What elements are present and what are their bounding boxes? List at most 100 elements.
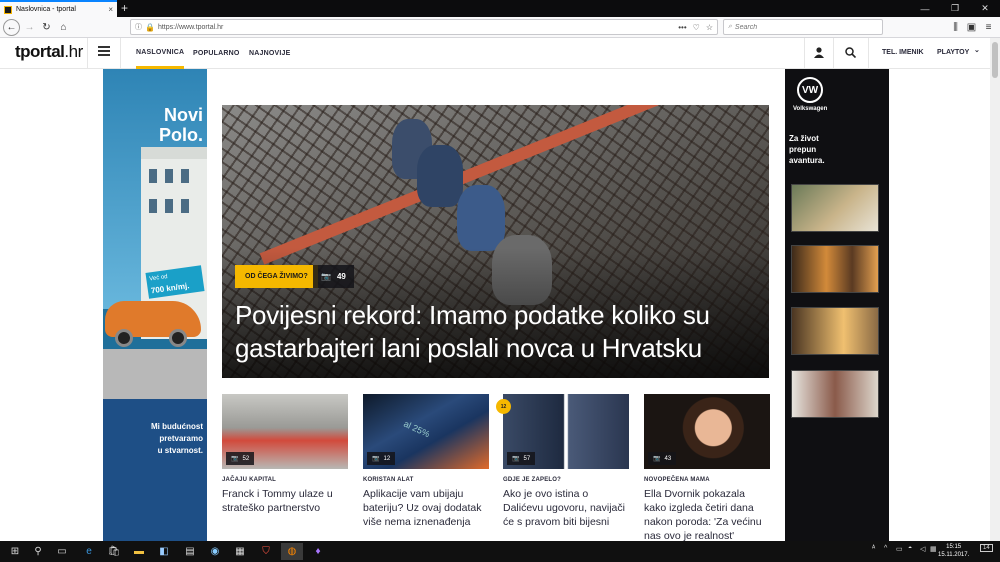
left-banner-ad[interactable]: Novi Polo. Već od 700 kn/mj. Mi budućnost p…	[103, 69, 207, 541]
camera-icon: 📷	[372, 456, 380, 462]
camera-icon: 📷	[231, 456, 239, 462]
network-icon[interactable]: ◓	[908, 545, 912, 552]
windows-taskbar: ⊞ ⚲ ▭ e 🛍 ▬ ◧ ▤ ◉ ▦ ⛉ ◍ ♦ ᴬ ^ ▭ ◓ ◁ ▦ 15…	[0, 541, 1000, 562]
browser-toolbar: ← → ↻ ⌂ ⓘ 🔒 https://www.tportal.hr ••• ♡…	[0, 17, 1000, 38]
ad-brand: Volkswagen	[793, 106, 828, 112]
info-icon[interactable]: ⓘ	[135, 22, 142, 32]
app-icon[interactable]: ♦	[307, 543, 329, 560]
volkswagen-logo-icon: VW	[797, 77, 823, 103]
tportal-favicon-icon	[4, 5, 12, 14]
file-explorer-icon[interactable]: ▬	[128, 543, 150, 560]
article-kicker[interactable]: JAČAJU KAPITAL	[222, 477, 348, 483]
firefox-icon[interactable]: ◍	[281, 543, 303, 560]
feature-kicker[interactable]: OD ČEGA ŽIVIMO?	[235, 265, 318, 288]
reload-icon[interactable]: ↻	[38, 19, 55, 36]
site-header: tportal.hr NASLOVNICA POPULARNO NAJNOVIJ…	[0, 38, 990, 69]
tab-close-icon[interactable]: ×	[108, 5, 113, 14]
cortana-search-icon[interactable]: ⚲	[27, 543, 49, 560]
article-title[interactable]: Aplikacije vam ubijaju bateriju? Uz ovaj…	[363, 487, 489, 529]
ad-photo	[791, 245, 879, 293]
search-input[interactable]	[734, 23, 865, 31]
menu-icon[interactable]: ≡	[980, 19, 997, 36]
ad-title: Novi Polo.	[159, 105, 203, 145]
article-kicker[interactable]: GDJE JE ZAPELO?	[503, 477, 629, 483]
notifications-icon[interactable]: 14	[980, 544, 993, 552]
nav-naslovnica[interactable]: NASLOVNICA	[136, 38, 185, 69]
nav-najnovije[interactable]: NAJNOVIJE	[249, 38, 290, 69]
windows-start-icon[interactable]: ⊞	[4, 543, 26, 560]
clock[interactable]: 15:15 15.11.2017.	[938, 543, 969, 559]
playtoy-link[interactable]: PLAYTOY	[937, 49, 969, 56]
photo-count-badge: 📷 49	[313, 265, 354, 288]
scrollbar-thumb[interactable]	[992, 42, 998, 78]
camera-icon: 📷	[321, 272, 331, 281]
bookmark-star-icon[interactable]: ☆	[706, 23, 713, 32]
user-icon[interactable]	[814, 47, 824, 61]
url-text[interactable]: https://www.tportal.hr	[158, 24, 223, 31]
phonebook-link[interactable]: TEL. IMENIK	[882, 49, 924, 56]
article-kicker[interactable]: KORISTAN ALAT	[363, 477, 489, 483]
search-icon: ⌕	[728, 23, 732, 30]
url-bar[interactable]: ⓘ 🔒 https://www.tportal.hr ••• ♡ ☆	[130, 19, 718, 35]
article-image: 📷 52	[222, 394, 348, 469]
search-icon[interactable]	[845, 47, 857, 61]
nav-popularno[interactable]: POPULARNO	[193, 38, 240, 69]
tab-title: Naslovnica - tportal	[16, 6, 76, 13]
restore-button[interactable]: ❐	[940, 0, 970, 17]
calculator-icon[interactable]: ▦	[229, 543, 251, 560]
ad-photo	[791, 184, 879, 232]
featured-article[interactable]: OD ČEGA ŽIVIMO? 📷 49 Povijesni rekord: I…	[222, 105, 769, 378]
browser-tab[interactable]: Naslovnica - tportal ×	[0, 0, 117, 17]
app-icon[interactable]: ◧	[153, 543, 175, 560]
site-logo[interactable]: tportal.hr	[15, 42, 83, 62]
volume-icon[interactable]: ◁	[920, 545, 925, 553]
sidebar-icon[interactable]: ▣	[963, 19, 980, 36]
battery-icon[interactable]: ▭	[896, 545, 903, 553]
back-arrow-icon[interactable]: ←	[3, 19, 20, 36]
screen-text: al 25%	[402, 418, 432, 440]
task-view-icon[interactable]: ▭	[51, 543, 73, 560]
hamburger-menu-icon[interactable]	[98, 46, 110, 56]
home-icon[interactable]: ⌂	[55, 19, 72, 36]
minimize-button[interactable]: —	[910, 0, 940, 17]
ad-slogan: Mi budućnost pretvaramo u stvarnost.	[151, 422, 203, 455]
page-scrollbar[interactable]	[990, 38, 1000, 541]
article-card[interactable]: al 25% 📷 12 KORISTAN ALAT Aplikacije vam …	[363, 394, 489, 529]
article-kicker[interactable]: NOVOPEČENA MAMA	[644, 477, 770, 483]
article-image: al 25% 📷 12	[363, 394, 489, 469]
photo-count-badge: 📷 52	[226, 452, 255, 465]
close-window-button[interactable]: ✕	[970, 0, 1000, 17]
article-card[interactable]: 📷 52 JAČAJU KAPITAL Franck i Tommy ulaze …	[222, 394, 348, 515]
store-icon[interactable]: 🛍	[103, 543, 125, 560]
lock-icon: 🔒	[145, 22, 155, 32]
forward-arrow-icon[interactable]: →	[21, 19, 38, 36]
chevron-up-icon[interactable]: ^	[884, 545, 887, 552]
article-card[interactable]: 📷 43 NOVOPEČENA MAMA Ella Dvornik pokazal…	[644, 394, 770, 541]
article-image: 📷 57	[503, 394, 629, 469]
app-icon[interactable]: ▤	[179, 543, 201, 560]
new-tab-button[interactable]: +	[121, 1, 128, 15]
right-banner-ad[interactable]: VW Volkswagen Za život prepun avantura.	[785, 69, 889, 541]
brave-icon[interactable]: ⛉	[255, 543, 277, 560]
steam-icon[interactable]: ◉	[204, 543, 226, 560]
article-title[interactable]: Ella Dvornik pokazala kako izgleda četir…	[644, 487, 770, 541]
ad-tagline: Za život prepun avantura.	[789, 134, 825, 165]
chevron-down-icon[interactable]: ⌄	[974, 46, 980, 54]
search-box[interactable]: ⌕	[723, 19, 883, 35]
article-title[interactable]: Franck i Tommy ulaze u strateško partner…	[222, 487, 348, 515]
edge-icon[interactable]: e	[78, 543, 100, 560]
article-image: 📷 43	[644, 394, 770, 469]
camera-icon: 📷	[653, 456, 661, 462]
article-card[interactable]: 📷 57 GDJE JE ZAPELO? Ako je ovo istina o …	[503, 394, 629, 529]
comment-count-badge: 12	[496, 399, 511, 414]
keyboard-icon[interactable]: ▦	[930, 545, 937, 553]
page-actions-icon[interactable]: •••	[678, 23, 686, 32]
pocket-icon[interactable]: ♡	[693, 23, 700, 32]
ad-photo	[791, 370, 879, 418]
camera-icon: 📷	[512, 456, 520, 462]
library-icon[interactable]: ⫼	[947, 19, 964, 36]
article-title[interactable]: Ako je ovo istina o Dalićevu ugovoru, na…	[503, 487, 629, 529]
photo-count-badge: 📷 43	[648, 452, 677, 465]
language-icon[interactable]: ᴬ	[872, 545, 875, 552]
feature-headline[interactable]: Povijesni rekord: Imamo podatke koliko s…	[235, 299, 755, 365]
